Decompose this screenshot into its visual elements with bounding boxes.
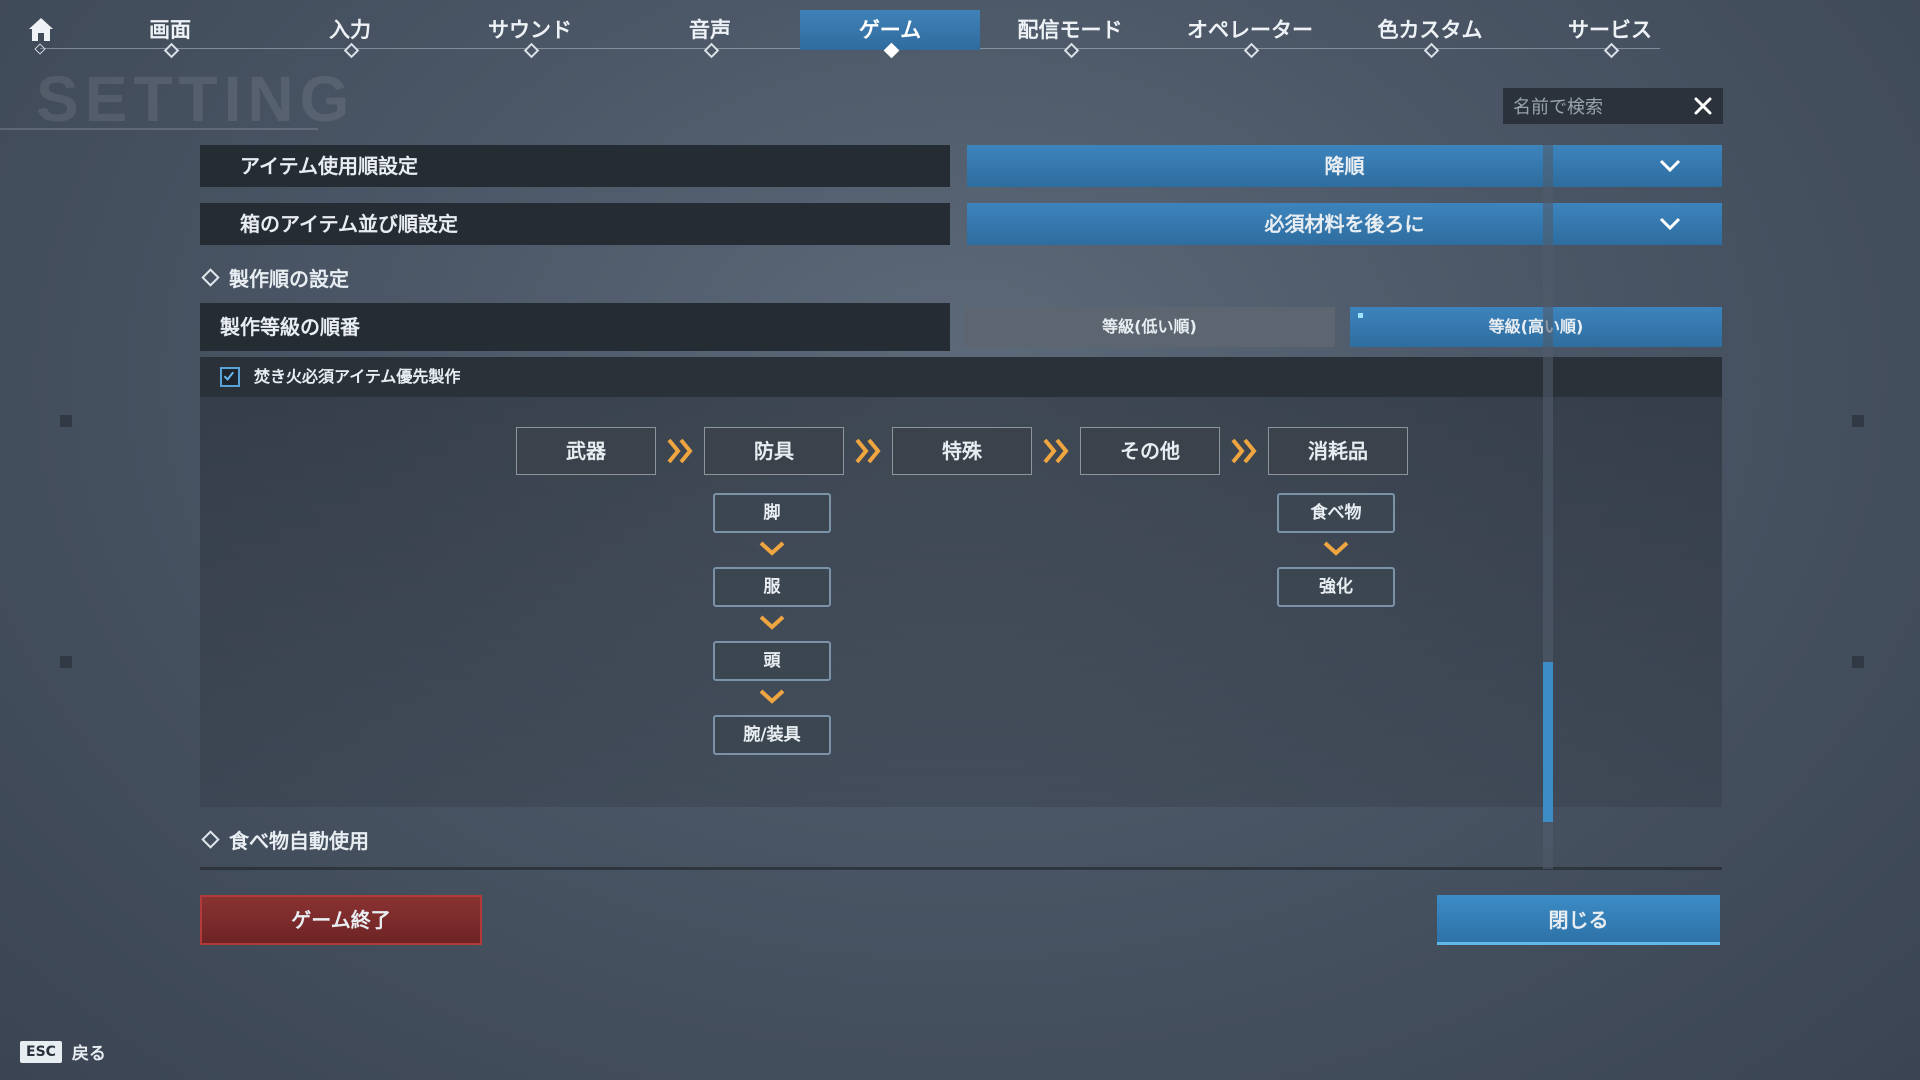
consumable-enhance[interactable]: 強化: [1277, 567, 1395, 607]
grade-low-label: 等級(低い順): [1102, 317, 1197, 336]
crafting-section-title: 製作順の設定: [200, 263, 349, 292]
chevron-down-icon: [759, 615, 785, 630]
decor-square: [60, 415, 72, 427]
box-sort-order-label: 箱のアイテム並び順設定: [200, 203, 950, 245]
crafting-grade-label: 製作等級の順番: [200, 303, 950, 351]
chevron-down-icon: [759, 689, 785, 704]
double-chevron-right-icon: [855, 438, 881, 464]
esc-back-hint[interactable]: ESC 戻る: [20, 1039, 106, 1064]
decor-square: [60, 656, 72, 668]
home-icon[interactable]: [26, 14, 56, 44]
item-use-order-text: アイテム使用順設定: [240, 154, 418, 178]
double-chevron-right-icon: [1043, 438, 1069, 464]
diamond-icon: [201, 268, 220, 287]
tab-operator[interactable]: オペレーター: [1160, 10, 1340, 59]
search-input[interactable]: [1511, 88, 1685, 126]
grade-low-button[interactable]: 等級(低い順): [964, 307, 1335, 347]
double-chevron-right-icon: [1231, 438, 1257, 464]
chevron-down-icon: [1659, 159, 1681, 173]
tab-input[interactable]: 入力: [260, 10, 440, 59]
chevron-down-icon: [759, 541, 785, 556]
box-sort-order-dropdown[interactable]: 必須材料を後ろに: [967, 203, 1722, 245]
tab-color-custom[interactable]: 色カスタム: [1340, 10, 1520, 59]
close-label: 閉じる: [1548, 908, 1609, 932]
check-icon: [223, 371, 234, 381]
food-auto-use-section-title: 食べ物自動使用: [200, 825, 369, 854]
grade-high-label: 等級(高い順): [1488, 317, 1584, 336]
title-underline: [0, 128, 318, 130]
grade-high-button[interactable]: 等級(高い順): [1350, 307, 1722, 347]
armor-slot-head[interactable]: 頭: [713, 641, 831, 681]
crafting-order-flow: 武器 防具 特殊 その他 消耗品 脚 服 頭 腕/装具 食べ物 強化: [200, 397, 1722, 807]
category-weapon[interactable]: 武器: [516, 427, 656, 475]
close-button[interactable]: 閉じる: [1437, 895, 1720, 945]
tab-game[interactable]: ゲーム: [800, 10, 980, 59]
category-other[interactable]: その他: [1080, 427, 1220, 475]
chevron-down-icon: [1659, 217, 1681, 231]
category-special[interactable]: 特殊: [892, 427, 1032, 475]
double-chevron-right-icon: [667, 438, 693, 464]
tab-screen[interactable]: 画面: [80, 10, 260, 59]
settings-panel: アイテム使用順設定 降順 箱のアイテム並び順設定 必須材料を後ろに 製作順の設定…: [200, 145, 1722, 870]
crafting-grade-text: 製作等級の順番: [220, 315, 360, 339]
home-indicator: [34, 43, 46, 55]
section-divider: [200, 867, 1722, 870]
armor-slot-legs[interactable]: 脚: [713, 493, 831, 533]
diamond-icon: [201, 830, 220, 849]
armor-slot-arm[interactable]: 腕/装具: [713, 715, 831, 755]
bonfire-priority-label: 焚き火必須アイテム優先製作: [254, 367, 461, 386]
category-armor[interactable]: 防具: [704, 427, 844, 475]
item-use-order-value: 降順: [1324, 154, 1365, 178]
tab-sound[interactable]: サウンド: [440, 10, 620, 59]
back-label: 戻る: [71, 1044, 106, 1064]
scrollbar-thumb[interactable]: [1543, 662, 1553, 822]
selected-indicator: [1358, 313, 1363, 318]
box-sort-order-value: 必須材料を後ろに: [1264, 212, 1425, 236]
tab-voice[interactable]: 音声: [620, 10, 800, 59]
chevron-down-icon: [1323, 541, 1349, 556]
item-use-order-dropdown[interactable]: 降順: [967, 145, 1722, 187]
quit-game-label: ゲーム終了: [291, 908, 391, 932]
category-consumable[interactable]: 消耗品: [1268, 427, 1408, 475]
bonfire-priority-row: 焚き火必須アイテム優先製作: [200, 357, 1722, 397]
armor-slot-clothes[interactable]: 服: [713, 567, 831, 607]
search-box: [1503, 88, 1723, 126]
page-title-watermark: SETTING: [36, 63, 356, 135]
quit-game-button[interactable]: ゲーム終了: [200, 895, 482, 945]
food-auto-use-text: 食べ物自動使用: [229, 829, 369, 853]
decor-square: [1852, 415, 1864, 427]
tab-service[interactable]: サービス: [1520, 10, 1700, 59]
item-use-order-label: アイテム使用順設定: [200, 145, 950, 187]
bonfire-priority-checkbox[interactable]: [220, 367, 240, 387]
top-tab-bar: 画面 入力 サウンド 音声 ゲーム 配信モード オペレーター 色カスタム サービ…: [0, 0, 1920, 60]
decor-square: [1852, 656, 1864, 668]
crafting-section-text: 製作順の設定: [229, 267, 349, 291]
consumable-food[interactable]: 食べ物: [1277, 493, 1395, 533]
esc-key-badge: ESC: [20, 1041, 62, 1063]
box-sort-order-text: 箱のアイテム並び順設定: [240, 212, 458, 236]
close-icon[interactable]: [1691, 94, 1715, 118]
tab-streaming-mode[interactable]: 配信モード: [980, 10, 1160, 59]
